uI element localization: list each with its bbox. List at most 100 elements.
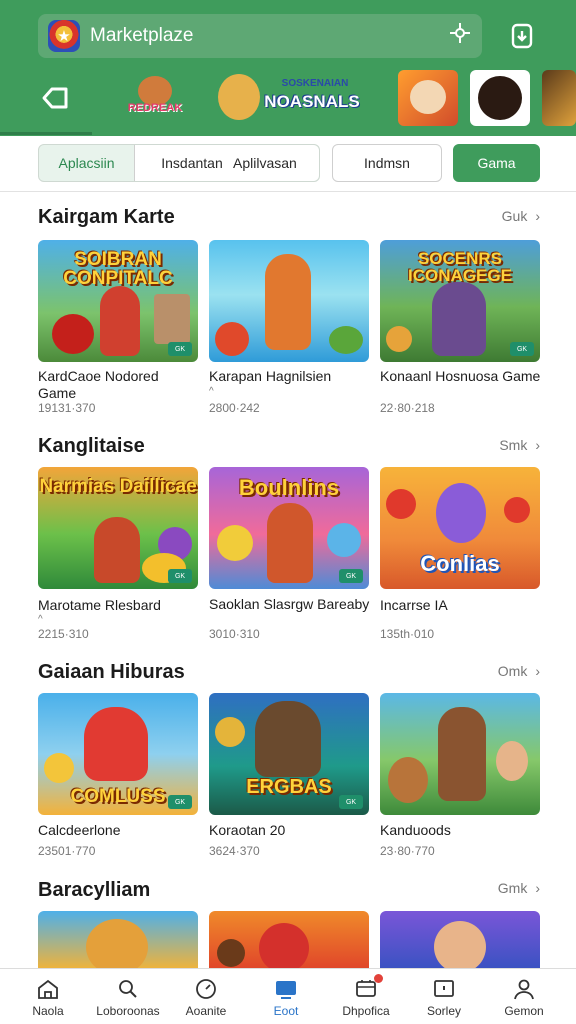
strip-indicator bbox=[0, 132, 92, 135]
featured-item[interactable] bbox=[542, 70, 576, 126]
app-title: Marketplaze bbox=[90, 25, 194, 46]
game-thumbnail[interactable] bbox=[209, 911, 369, 969]
tab-gama[interactable]: Gama bbox=[453, 144, 540, 182]
nav-label: Gemon bbox=[504, 1003, 544, 1018]
game-meta: 135th·010 bbox=[380, 627, 435, 641]
home-icon bbox=[35, 977, 61, 1001]
see-all-link[interactable]: Omk › bbox=[498, 663, 540, 679]
game-thumbnail[interactable] bbox=[209, 240, 369, 362]
nav-item-cart[interactable]: Dhpofica bbox=[325, 969, 407, 1024]
tag-badge: GK bbox=[168, 795, 192, 809]
see-all-label: Guk bbox=[501, 208, 528, 224]
chevron-right-icon: › bbox=[535, 437, 540, 453]
game-thumbnail[interactable]: Conlias bbox=[380, 467, 540, 589]
bottom-navigation: Naola Loboroonas Aoanite Eoot Dhpofica S… bbox=[0, 968, 576, 1024]
app-header: ★ Marketplaze REDREAK SOSKENAIAN NOASNAL… bbox=[0, 0, 576, 136]
see-all-label: Smk bbox=[499, 437, 528, 453]
game-art-title: Narmias Daillicae bbox=[39, 476, 197, 497]
see-all-label: Omk bbox=[497, 663, 528, 679]
game-logo-icon: ★ bbox=[48, 20, 80, 52]
game-name[interactable]: Konaanl Hosnuosa Game bbox=[380, 368, 542, 385]
game-thumbnail[interactable] bbox=[38, 911, 198, 969]
game-name[interactable]: Saoklan Slasrgw Bareaby bbox=[209, 597, 371, 611]
game-name[interactable]: Marotame Rlesbard bbox=[38, 597, 200, 614]
nav-item-profile[interactable]: Gemon bbox=[483, 969, 565, 1024]
see-all-link[interactable]: Guk › bbox=[502, 208, 540, 224]
game-name[interactable]: Koraotan 20 bbox=[209, 822, 371, 839]
game-meta: 2215·310 bbox=[38, 627, 89, 641]
game-thumbnail[interactable]: Narmias Daillicae GK bbox=[38, 467, 198, 589]
game-meta: 19131·370 bbox=[38, 401, 96, 415]
game-thumbnail[interactable]: COMLUSS GK bbox=[38, 693, 198, 815]
timer-icon bbox=[193, 977, 219, 1001]
featured-item-label: REDREAK bbox=[127, 102, 183, 114]
category-tabs: Aplacsiin Insdantan Aplilvasan Indmsn Ga… bbox=[0, 136, 576, 192]
see-all-label: Gmk bbox=[497, 880, 528, 896]
featured-item-sublabel: SOSKENAIAN bbox=[281, 78, 349, 89]
game-thumbnail[interactable]: SOIBRAN CONPITALC GK bbox=[38, 240, 198, 362]
game-meta: 2800·242 bbox=[209, 401, 260, 415]
compass-icon[interactable] bbox=[448, 21, 472, 51]
featured-item[interactable]: REDREAK bbox=[124, 70, 186, 126]
tab-aplacsiin[interactable]: Aplacsiin bbox=[39, 145, 135, 181]
featured-item[interactable] bbox=[398, 70, 458, 126]
tag-badge: GK bbox=[339, 569, 363, 583]
nav-label: Naola bbox=[32, 1003, 64, 1018]
game-thumbnail[interactable]: SOCENRS ICONAGEGE GK bbox=[380, 240, 540, 362]
game-art-title: SOCENRS ICONAGEGE bbox=[408, 249, 512, 285]
tv-icon bbox=[273, 977, 299, 1001]
chevron-right-icon: › bbox=[535, 663, 540, 679]
tab-aplilvasan[interactable]: Aplilvasan bbox=[233, 155, 297, 171]
download-icon[interactable] bbox=[500, 16, 544, 56]
game-art-title: ERGBAS bbox=[246, 776, 332, 798]
nav-item-search[interactable]: Loboroonas bbox=[87, 969, 169, 1024]
profile-icon bbox=[511, 977, 537, 1001]
nav-item-tv[interactable]: Eoot bbox=[245, 969, 327, 1024]
tab-label: Indmsn bbox=[364, 155, 410, 171]
display-icon bbox=[431, 977, 457, 1001]
tag-badge: GK bbox=[168, 569, 192, 583]
game-name[interactable]: Kanduoods bbox=[380, 822, 542, 839]
nav-item-display[interactable]: Sorley bbox=[403, 969, 485, 1024]
see-all-link[interactable]: Gmk › bbox=[498, 880, 540, 896]
chevron-right-icon: › bbox=[535, 208, 540, 224]
section-title: Gaiaan Hiburas bbox=[38, 661, 185, 683]
section-title: Baracylliam bbox=[38, 879, 151, 901]
featured-item[interactable] bbox=[470, 70, 530, 126]
game-art-title: Boulnlins bbox=[238, 475, 340, 500]
nav-label: Aoanite bbox=[185, 1003, 227, 1018]
game-thumbnail[interactable]: Boulnlins GK bbox=[209, 467, 369, 589]
game-thumbnail[interactable] bbox=[380, 693, 540, 815]
tag-badge: GK bbox=[168, 342, 192, 356]
game-subtext: ^ bbox=[209, 386, 214, 397]
featured-item-label: NOASNALS bbox=[264, 92, 360, 111]
nav-label: Loboroonas bbox=[96, 1003, 160, 1018]
game-art-title: Conlias bbox=[420, 551, 500, 576]
tab-indmsn[interactable]: Indmsn bbox=[332, 144, 442, 182]
game-name[interactable]: Incarrse IA bbox=[380, 597, 542, 614]
nav-label: Dhpofica bbox=[342, 1003, 390, 1018]
game-thumbnail[interactable]: ERGBAS GK bbox=[209, 693, 369, 815]
game-name[interactable]: KardCaoe Nodored Game bbox=[38, 368, 200, 402]
nav-item-home[interactable]: Naola bbox=[7, 969, 89, 1024]
game-meta: 22·80·218 bbox=[380, 401, 435, 415]
notification-badge bbox=[374, 973, 383, 983]
game-meta: 3010·310 bbox=[209, 627, 260, 641]
featured-strip: REDREAK SOSKENAIAN NOASNALS bbox=[0, 68, 576, 130]
search-icon bbox=[115, 977, 141, 1001]
featured-item[interactable]: SOSKENAIAN NOASNALS bbox=[212, 70, 372, 126]
back-arrow-icon[interactable] bbox=[36, 78, 76, 118]
see-all-link[interactable]: Smk › bbox=[499, 437, 540, 453]
tab-group: Aplacsiin Insdantan Aplilvasan bbox=[38, 144, 320, 182]
game-name[interactable]: Calcdeerlone bbox=[38, 822, 200, 839]
game-meta: 3624·370 bbox=[209, 844, 260, 858]
tab-label: Gama bbox=[477, 155, 516, 171]
game-thumbnail[interactable] bbox=[380, 911, 540, 969]
game-name[interactable]: Karapan Hagnilsien bbox=[209, 368, 371, 385]
cart-icon bbox=[353, 973, 383, 1001]
nav-item-timer[interactable]: Aoanite bbox=[165, 969, 247, 1024]
search-bar[interactable]: ★ Marketplaze bbox=[38, 14, 482, 58]
game-art-title: SOIBRAN CONPITALC bbox=[63, 249, 173, 289]
nav-label: Eoot bbox=[273, 1003, 299, 1018]
nav-label: Sorley bbox=[426, 1003, 461, 1018]
